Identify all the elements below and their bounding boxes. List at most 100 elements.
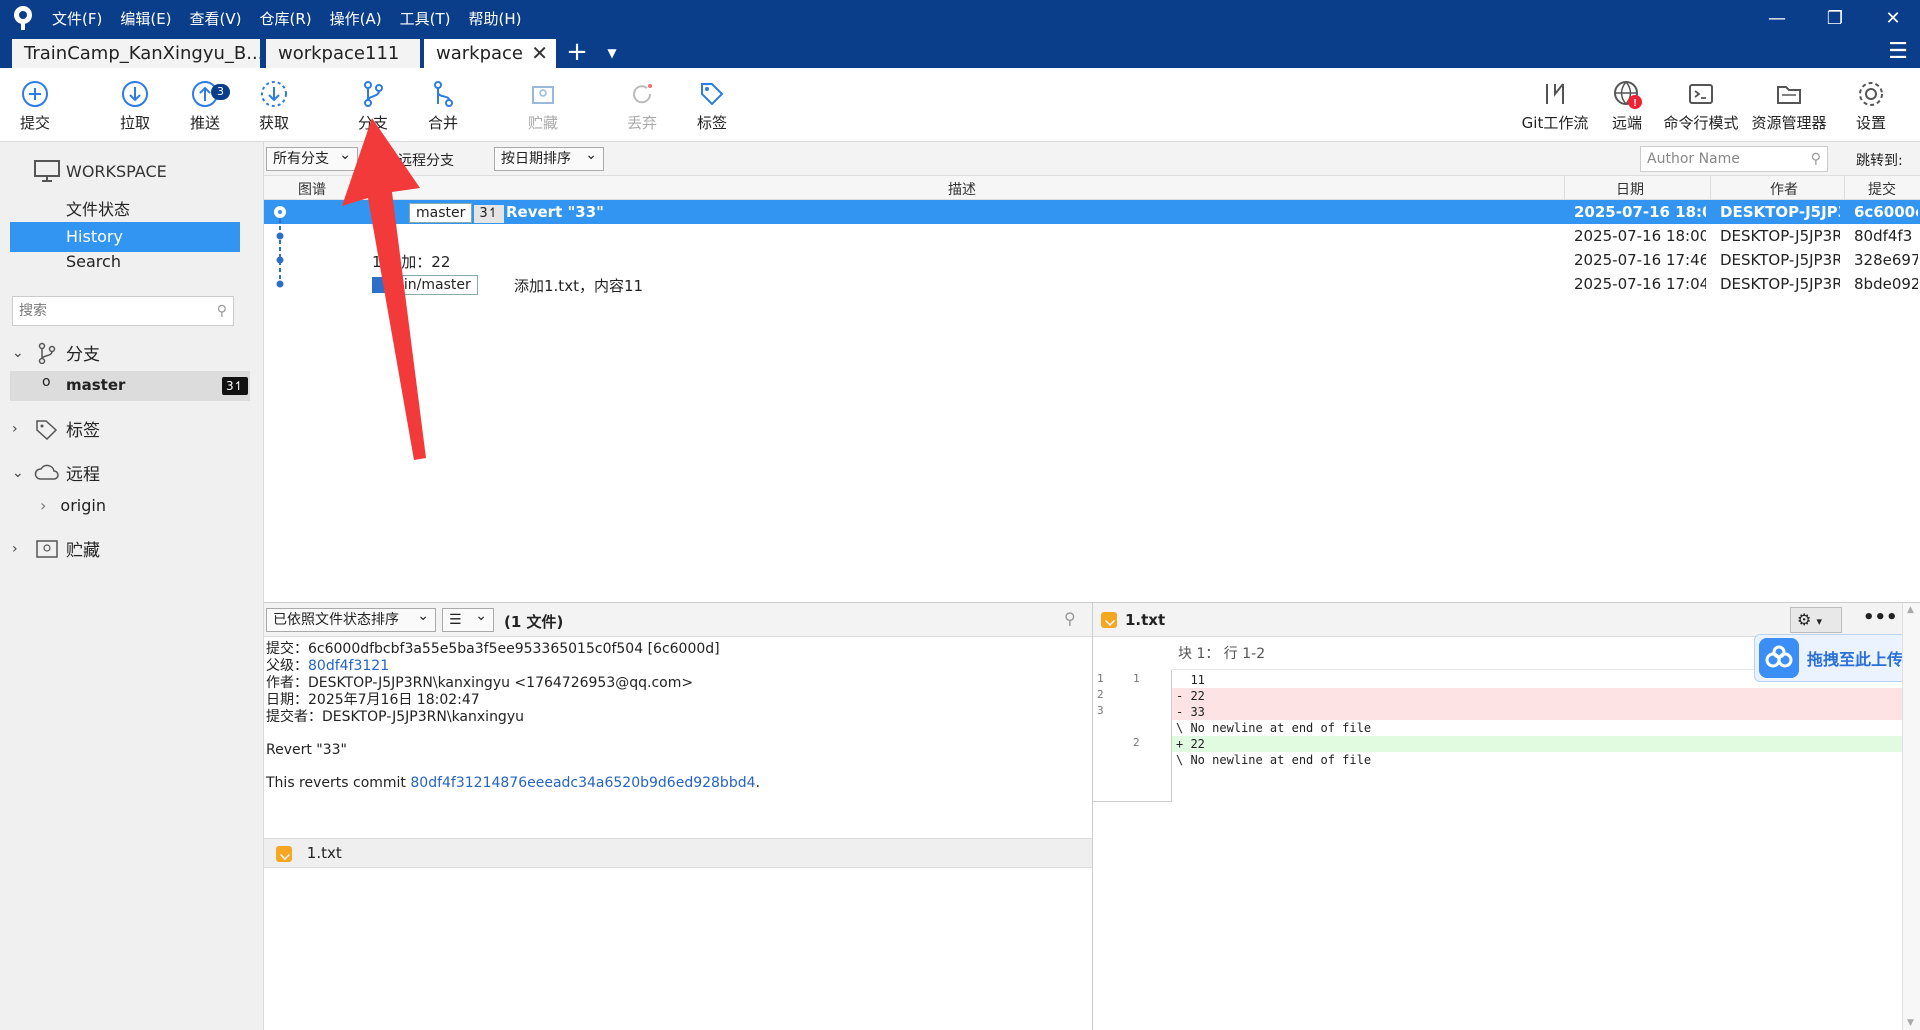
commit-row[interactable]: master3↿ Revert "33" 2025-07-16 18:02 DE… (264, 200, 1920, 224)
author-filter-input[interactable]: Author Name ⚲ (1640, 146, 1828, 172)
file-count: (1 文件) (504, 613, 564, 631)
view-mode-dropdown[interactable]: ☰ (442, 605, 494, 632)
sidebar-remote-origin[interactable]: › origin (40, 496, 106, 515)
close-icon[interactable]: ✕ (531, 39, 548, 68)
commit-label: 提交： (266, 641, 308, 657)
commit-subject: Revert "33" (266, 742, 347, 758)
sidebar-group-stashes[interactable]: › 贮藏 (12, 536, 100, 561)
col-graph[interactable]: 图谱 (298, 179, 326, 199)
chevron-down-icon: ⌄ (12, 344, 24, 361)
plus-circle-icon (22, 81, 48, 107)
branch-label: 分支 (357, 114, 388, 132)
commit-button[interactable]: 提交 (0, 78, 70, 133)
vertical-splitter[interactable] (1092, 603, 1093, 1030)
scroll-up-icon[interactable]: ▲ (1907, 605, 1914, 615)
restore-button[interactable]: ❐ (1808, 0, 1862, 36)
sidebar-group-remotes[interactable]: ⌄ 远程 (12, 460, 100, 485)
branch-filter-dropdown[interactable]: 所有分支 (266, 144, 358, 171)
sidebar-branch-master[interactable]: o master 3↿ (10, 371, 250, 401)
more-options-icon[interactable]: ••• (1863, 607, 1898, 628)
commit-row[interactable]: 1 添加：22 2025-07-16 17:46 DESKTOP-J5JP3R … (264, 248, 1920, 272)
diff-line-removed: - 33 (1172, 704, 1902, 720)
diff-scrollbar[interactable]: ▲ ▼ (1902, 603, 1920, 1030)
menu-help[interactable]: 帮助(H) (468, 8, 521, 29)
sidebar-search-input[interactable]: 搜索 ⚲ (12, 296, 234, 326)
col-author[interactable]: 作者 (1770, 179, 1798, 199)
commit-row[interactable]: 2025-07-16 18:00 DESKTOP-J5JP3R 80df4f3 (264, 224, 1920, 248)
tab-workpace111[interactable]: workpace111 (266, 39, 420, 68)
add-tab-icon[interactable]: + (562, 36, 592, 68)
tab-traincamp[interactable]: TrainCamp_KanXingyu_B... (12, 39, 260, 68)
fetch-button[interactable]: 获取 (239, 78, 309, 133)
sidebar-item-search[interactable]: Search (66, 252, 121, 271)
hamburger-menu-icon[interactable]: ☰ (1880, 36, 1916, 68)
terminal-button[interactable]: 命令行模式 (1660, 78, 1742, 133)
ref-label: master 3↿ (409, 203, 504, 223)
diff-options-dropdown[interactable]: ⚙ ▾ (1790, 607, 1842, 633)
tab-warkpace[interactable]: warkpace ✕ (424, 39, 556, 68)
commit-date: 2025-07-16 18:02 (1574, 203, 1706, 221)
diff-toolbar: 1.txt ⚙ ▾ ••• (1093, 603, 1920, 637)
settings-button[interactable]: 设置 (1836, 78, 1906, 133)
menu-view[interactable]: 查看(V) (190, 8, 242, 29)
col-date[interactable]: 日期 (1616, 179, 1644, 199)
col-commit[interactable]: 提交 (1868, 179, 1896, 199)
commit-body: This reverts commit 80df4f31214876eeeadc… (266, 775, 1086, 792)
diff-file-name: 1.txt (1125, 611, 1166, 629)
file-list-toolbar: 已依照文件状态排序 ☰ (1 文件) ⚲ (264, 603, 1092, 637)
menu-tools[interactable]: 工具(T) (400, 8, 451, 29)
svg-text:!: ! (1633, 98, 1636, 109)
menu-actions[interactable]: 操作(A) (330, 8, 382, 29)
diff-line-note: \ No newline at end of file (1176, 721, 1372, 735)
line-number-gutter: 1 1 2 3 2 (1093, 670, 1172, 802)
sidebar-group-tags[interactable]: › 标签 (12, 416, 100, 441)
diff-line-added: + 22 (1172, 736, 1902, 752)
committer-value: DESKTOP-J5JP3RN\kanxingyu (322, 709, 524, 725)
sidebar-group-branches[interactable]: ⌄ 分支 (12, 340, 100, 365)
pull-label: 拉取 (119, 114, 150, 132)
changed-file-row[interactable]: 1.txt (264, 838, 1092, 868)
sidebar-item-file-status[interactable]: 文件状态 (66, 196, 130, 220)
chevron-right-icon: › (40, 496, 47, 515)
col-description[interactable]: 描述 (948, 179, 976, 199)
reverted-commit-link[interactable]: 80df4f31214876eeeadc34a6520b9d6ed928bbd4 (410, 775, 755, 791)
chevron-down-icon[interactable]: ▼ (602, 36, 622, 68)
sort-order-dropdown[interactable]: 按日期排序 (494, 144, 604, 171)
file-sort-dropdown[interactable]: 已依照文件状态排序 (266, 605, 436, 632)
branch-button[interactable]: 分支 (338, 78, 408, 133)
show-remote-branches-checkbox[interactable]: 显示远程分支 (370, 150, 454, 170)
remotes-label: 远程 (66, 465, 100, 485)
search-icon[interactable]: ⚲ (1064, 609, 1076, 628)
remote-button[interactable]: ! 远端 (1592, 78, 1662, 133)
parent-link[interactable]: 80df4f3121 (308, 658, 389, 674)
tab-label: TrainCamp_KanXingyu_B... (24, 43, 260, 64)
scroll-down-icon[interactable]: ▼ (1907, 1018, 1914, 1028)
upload-drop-widget[interactable]: 拖拽至此上传 (1754, 634, 1910, 682)
commit-message: 添加1.txt，内容11 (514, 277, 644, 295)
modified-file-icon (1101, 612, 1117, 628)
sidebar-item-history[interactable]: History (10, 222, 240, 252)
push-button[interactable]: 3 推送 (170, 78, 240, 133)
ahead-count: 3↿ (474, 205, 504, 223)
close-window-button[interactable]: ✕ (1866, 0, 1920, 36)
remote-name: origin (60, 496, 106, 515)
merge-button[interactable]: 合并 (408, 78, 478, 133)
modified-file-icon (276, 845, 292, 862)
body-text: This reverts commit (266, 775, 411, 791)
menu-edit[interactable]: 编辑(E) (120, 8, 171, 29)
minimize-button[interactable]: — (1750, 0, 1804, 36)
commit-hash: 80df4f3 (1854, 227, 1913, 245)
new-line-number: 1 (1133, 672, 1140, 685)
committer-label: 提交者： (266, 709, 322, 725)
explorer-button[interactable]: 资源管理器 (1748, 78, 1830, 133)
commit-row[interactable]: gin/master 添加1.txt，内容11 2025-07-16 17:04… (264, 272, 1920, 296)
history-header: 图谱 描述 日期 作者 提交 (264, 176, 1920, 200)
menu-file[interactable]: 文件(F) (52, 8, 102, 29)
tag-button[interactable]: 标签 (677, 78, 747, 133)
git-flow-button[interactable]: Git工作流 (1510, 78, 1600, 133)
discard-button[interactable]: 丢弃 (607, 78, 677, 133)
menu-repository[interactable]: 仓库(R) (260, 8, 312, 29)
stash-icon (532, 86, 554, 104)
pull-button[interactable]: 拉取 (100, 78, 170, 133)
stash-button[interactable]: 贮藏 (508, 78, 578, 133)
